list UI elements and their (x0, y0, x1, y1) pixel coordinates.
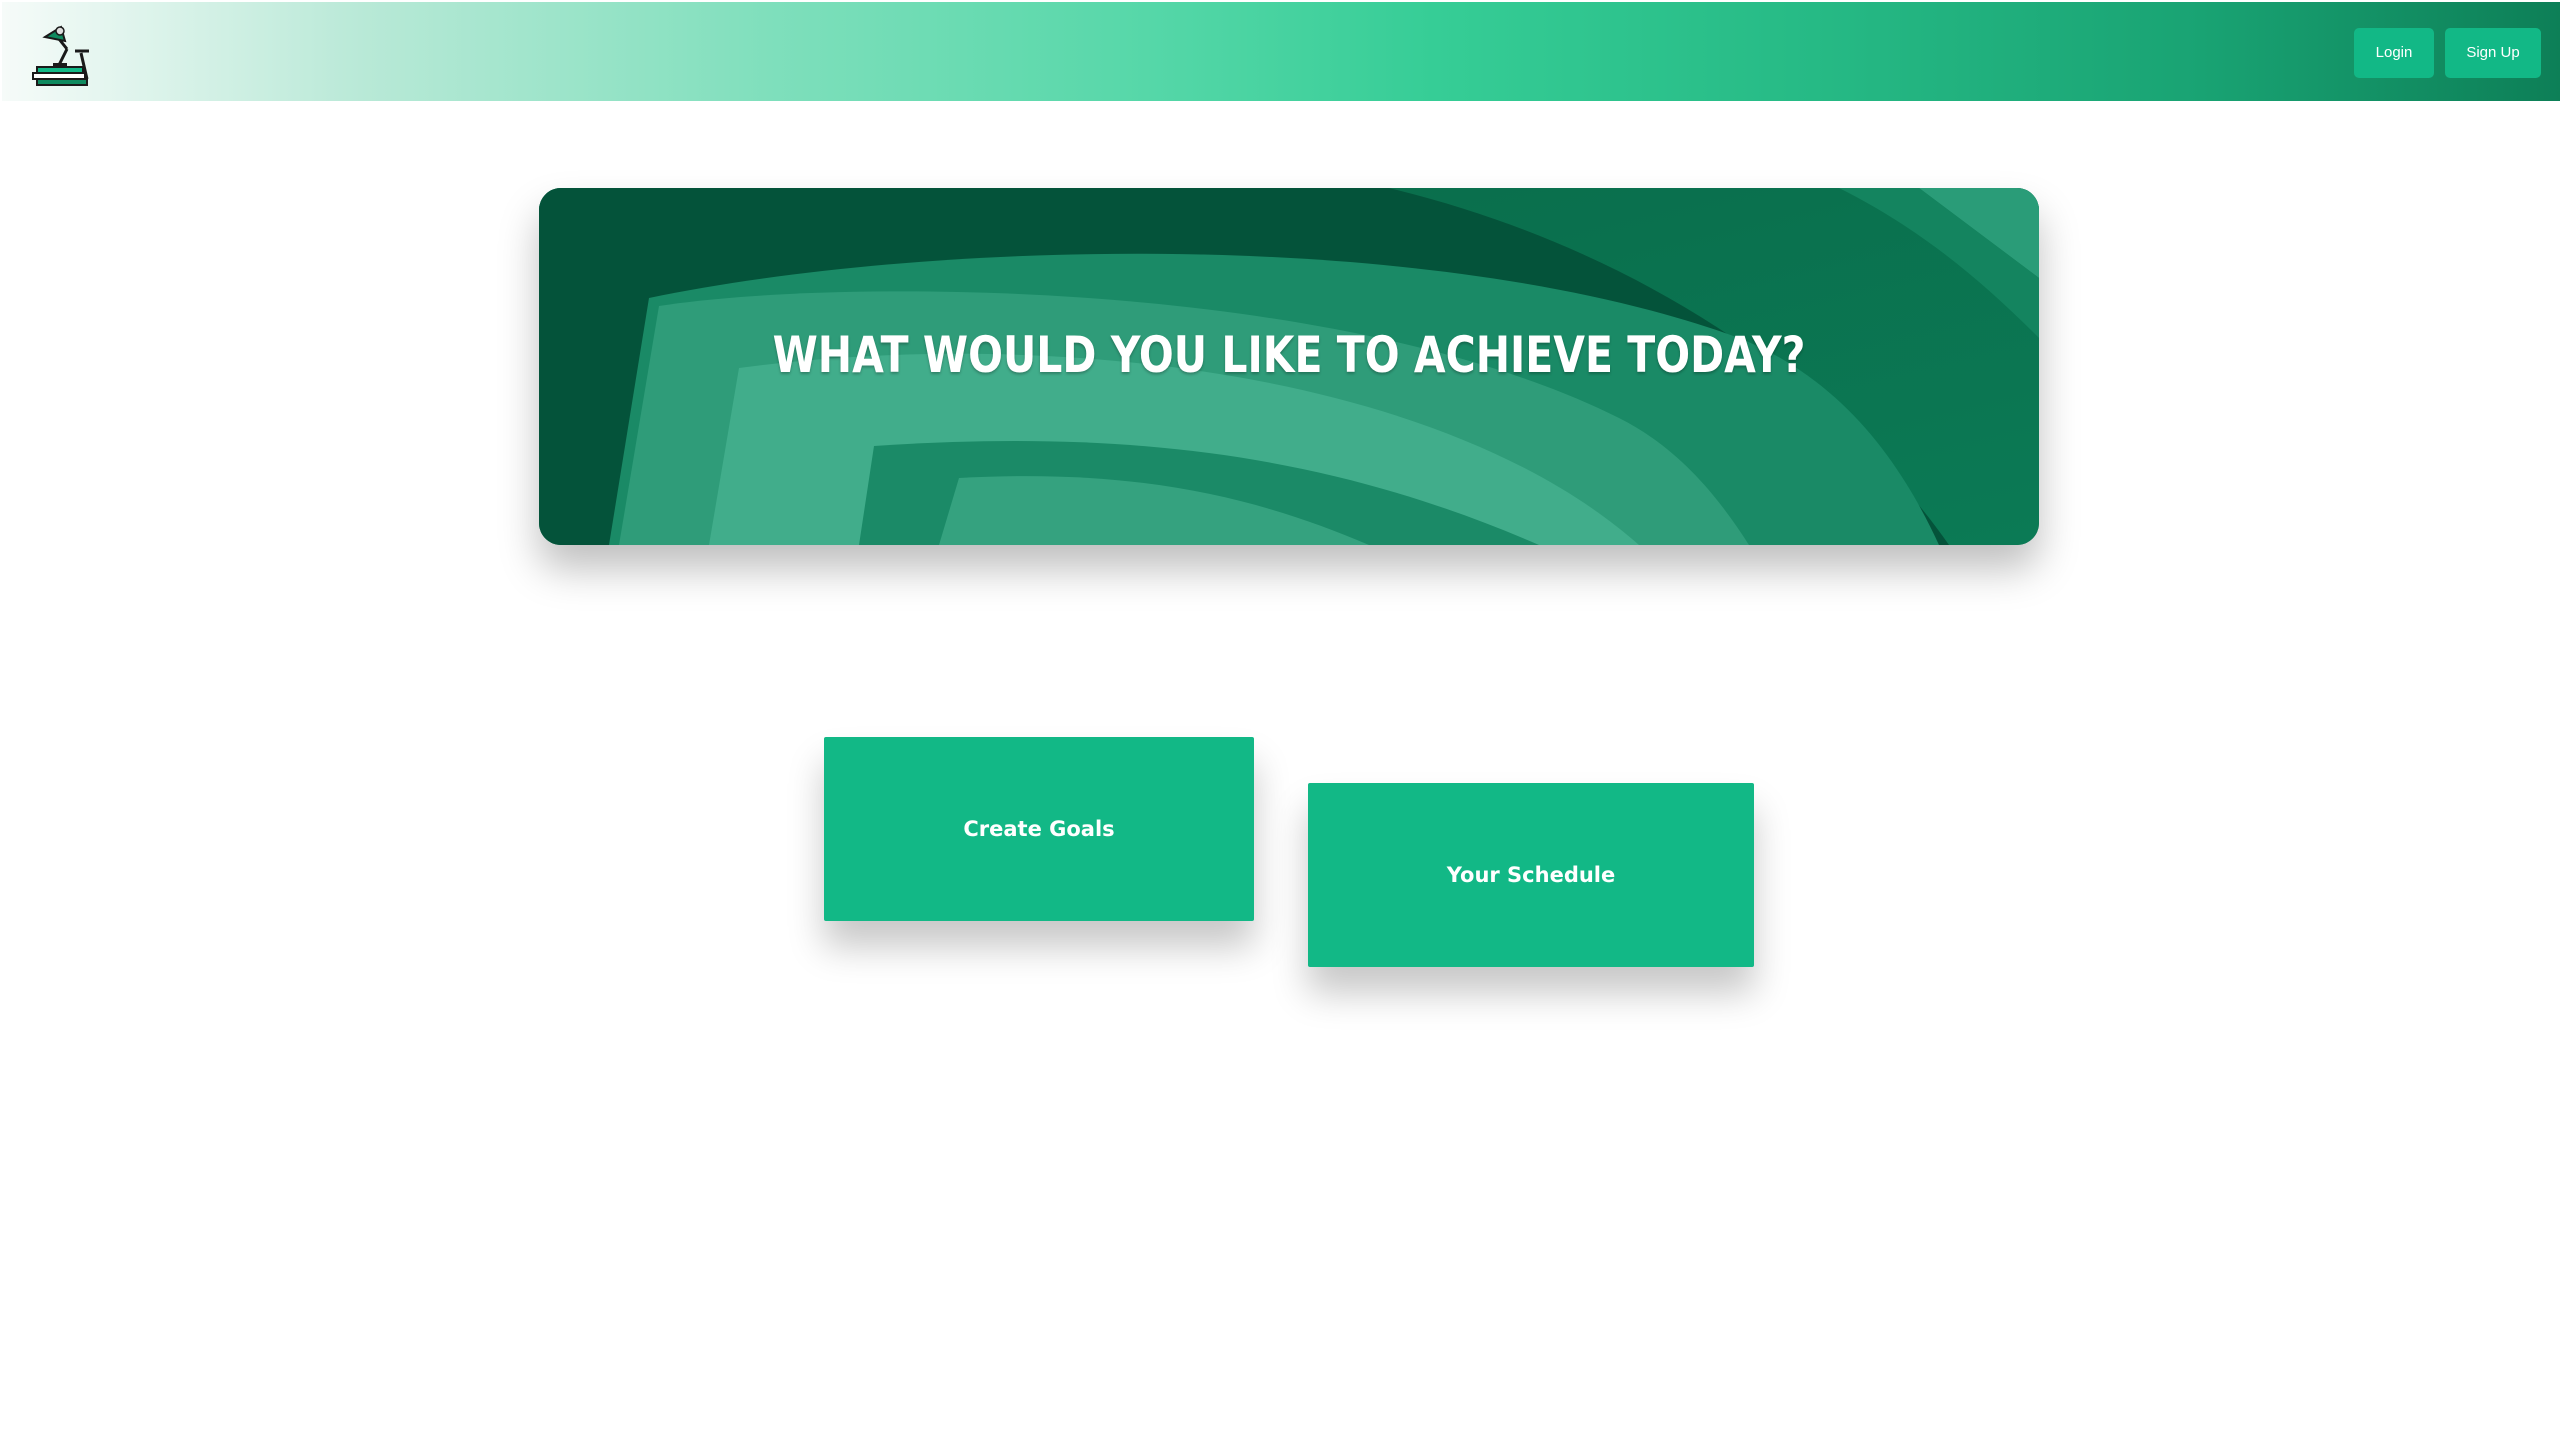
login-button[interactable]: Login (2354, 28, 2434, 78)
your-schedule-label: Your Schedule (1446, 863, 1616, 887)
your-schedule-button[interactable]: Your Schedule (1308, 783, 1754, 967)
create-goals-label: Create Goals (963, 817, 1115, 841)
sign-up-button[interactable]: Sign Up (2445, 28, 2541, 78)
hero-title: WHAT WOULD YOU LIKE TO ACHIEVE TODAY? (772, 326, 1806, 384)
create-goals-button[interactable]: Create Goals (824, 737, 1254, 921)
top-navbar: Login Sign Up (2, 2, 2560, 101)
page: Login Sign Up WHAT WOULD YOU LIKE TO ACH… (0, 0, 2560, 1440)
desk-lamp-books-logo-icon (32, 25, 89, 86)
hero-banner: WHAT WOULD YOU LIKE TO ACHIEVE TODAY? (539, 188, 2039, 545)
app-logo[interactable] (31, 19, 103, 87)
